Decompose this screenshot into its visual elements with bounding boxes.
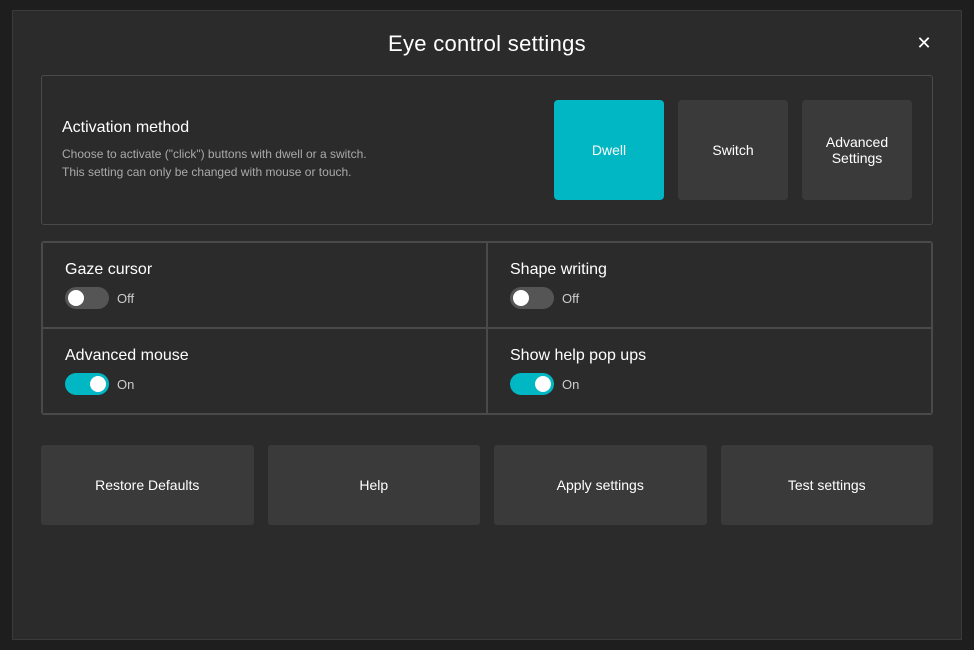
bottom-buttons: Restore Defaults Help Apply settings Tes… [41, 445, 933, 525]
show-help-title: Show help pop ups [510, 347, 909, 365]
advanced-mouse-toggle[interactable] [65, 373, 109, 395]
advanced-mouse-slider [65, 373, 109, 395]
show-help-toggle-row: On [510, 373, 909, 395]
restore-defaults-button[interactable]: Restore Defaults [41, 445, 254, 525]
gaze-cursor-title: Gaze cursor [65, 261, 464, 279]
activation-description: Choose to activate ("click") buttons wit… [62, 145, 382, 181]
apply-settings-button[interactable]: Apply settings [494, 445, 707, 525]
shape-writing-toggle-row: Off [510, 287, 909, 309]
activation-dwell-button[interactable]: Dwell [554, 100, 664, 200]
shape-writing-slider [510, 287, 554, 309]
shape-writing-title: Shape writing [510, 261, 909, 279]
gaze-cursor-toggle-row: Off [65, 287, 464, 309]
test-settings-button[interactable]: Test settings [721, 445, 934, 525]
activation-advanced-button[interactable]: Advanced Settings [802, 100, 912, 200]
gaze-cursor-label: Off [117, 291, 134, 306]
gaze-cursor-toggle[interactable] [65, 287, 109, 309]
advanced-mouse-title: Advanced mouse [65, 347, 464, 365]
shape-writing-label: Off [562, 291, 579, 306]
help-button[interactable]: Help [268, 445, 481, 525]
shape-writing-toggle[interactable] [510, 287, 554, 309]
shape-writing-cell: Shape writing Off [487, 242, 932, 328]
activation-method-section: Activation method Choose to activate ("c… [41, 75, 933, 225]
show-help-cell: Show help pop ups On [487, 328, 932, 414]
activation-switch-button[interactable]: Switch [678, 100, 788, 200]
gaze-cursor-slider [65, 287, 109, 309]
advanced-mouse-label: On [117, 377, 134, 392]
show-help-slider [510, 373, 554, 395]
eye-control-settings-dialog: Eye control settings ✕ Activation method… [12, 10, 962, 640]
advanced-mouse-cell: Advanced mouse On [42, 328, 487, 414]
activation-label: Activation method Choose to activate ("c… [62, 119, 382, 181]
settings-grid: Gaze cursor Off Shape writing Off [41, 241, 933, 415]
dialog-title: Eye control settings [388, 31, 586, 57]
advanced-mouse-toggle-row: On [65, 373, 464, 395]
gaze-cursor-cell: Gaze cursor Off [42, 242, 487, 328]
activation-buttons: Dwell Switch Advanced Settings [554, 100, 912, 200]
close-button[interactable]: ✕ [907, 26, 941, 60]
dialog-content: Activation method Choose to activate ("c… [13, 75, 961, 545]
show-help-label: On [562, 377, 579, 392]
title-bar: Eye control settings ✕ [13, 11, 961, 75]
show-help-toggle[interactable] [510, 373, 554, 395]
activation-heading: Activation method [62, 119, 382, 137]
